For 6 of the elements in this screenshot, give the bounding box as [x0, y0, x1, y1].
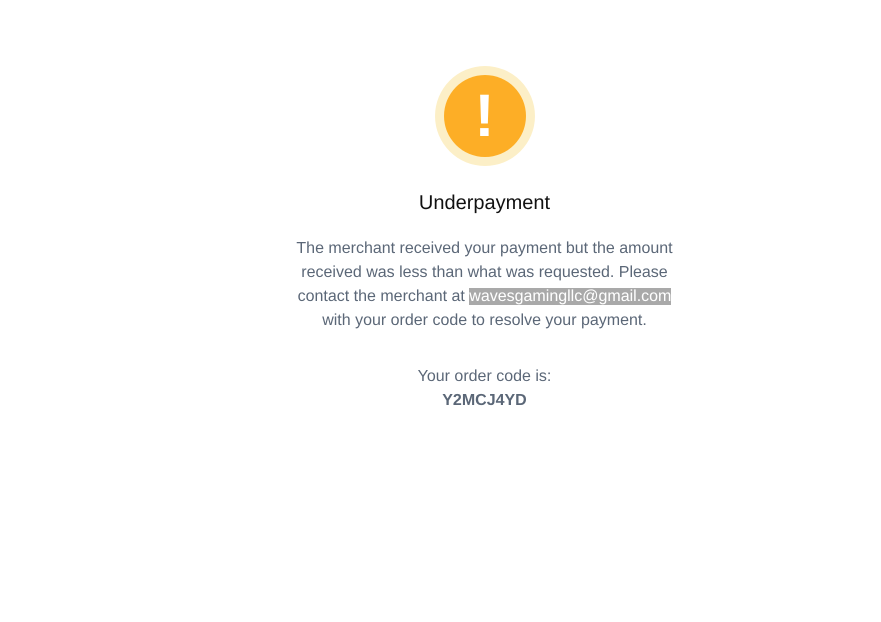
order-code: Y2MCJ4YD: [442, 391, 527, 411]
email-link[interactable]: wavesgamingllc@gmail.com: [469, 288, 672, 305]
status-message: The merchant received your payment but the amount received was less than what was requested. Please contact the merchant at wavesgamingllc@gmail.com with your order code to resolve your payment.: [295, 239, 674, 331]
status-title: Underpayment: [418, 192, 550, 215]
order-code-label: Your order code is:: [418, 367, 552, 387]
warning-icon: !: [434, 66, 534, 166]
